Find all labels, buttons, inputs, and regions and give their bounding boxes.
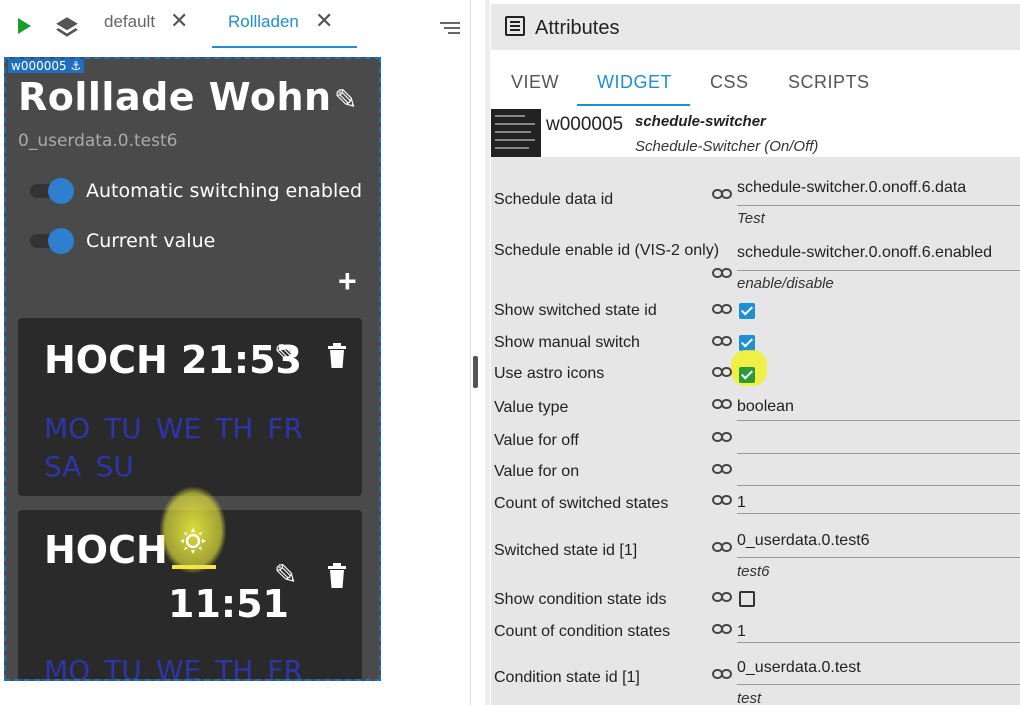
card-title: HOCH — [44, 528, 168, 572]
schedule-widget[interactable]: w000005 ⚓ Rolllade Wohn ✎ 0_userdata.0.t… — [4, 57, 381, 681]
attr-label: Show manual switch — [494, 334, 640, 351]
list-icon — [505, 16, 525, 36]
weekdays: MO TU WE TH FR SA SU — [44, 412, 303, 483]
edit-icon[interactable]: ✎ — [274, 338, 297, 371]
field-hint: test — [737, 690, 762, 705]
link-icon[interactable] — [712, 188, 732, 200]
show-switched-state-checkbox[interactable] — [739, 303, 755, 319]
toggle-label: Current value — [86, 230, 216, 252]
field-underline — [737, 557, 1020, 558]
link-icon[interactable] — [712, 267, 732, 279]
condition-state-id-field[interactable]: 0_userdata.0.test — [737, 659, 861, 677]
tab-widget[interactable]: WIDGET — [597, 72, 672, 93]
field-underline — [737, 270, 1020, 271]
add-icon[interactable]: + — [338, 265, 357, 297]
attr-label: Show condition state ids — [494, 591, 667, 608]
link-icon[interactable] — [712, 335, 732, 347]
attr-label: Use astro icons — [494, 365, 605, 382]
toggle-knob — [48, 178, 74, 204]
astro-underline — [172, 565, 216, 569]
field-hint: test6 — [737, 563, 770, 580]
attr-label: Show switched state id — [494, 302, 657, 319]
attr-label: Schedule data id — [494, 191, 614, 208]
close-icon[interactable]: ✕ — [170, 8, 188, 34]
field-underline — [737, 642, 1020, 643]
toggle-label: Automatic switching enabled — [86, 180, 363, 202]
tab-default[interactable]: default — [104, 12, 155, 32]
active-tab-indicator — [577, 104, 690, 106]
card-title: HOCH 21:53 — [44, 338, 302, 382]
active-tab-indicator — [212, 46, 357, 48]
tab-rollladen[interactable]: Rollladen — [228, 12, 299, 32]
resize-handle[interactable] — [473, 356, 478, 388]
tab-view[interactable]: VIEW — [511, 72, 559, 93]
link-icon[interactable] — [712, 463, 732, 475]
link-icon[interactable] — [712, 591, 732, 603]
widget-set: schedule-switcher — [635, 113, 766, 130]
field-underline — [737, 205, 1020, 206]
field-underline — [737, 453, 1020, 454]
delete-icon[interactable] — [326, 342, 348, 370]
attributes-list: Schedule data id schedule-switcher.0.ono… — [491, 157, 1020, 705]
field-underline — [737, 513, 1020, 514]
link-icon[interactable] — [712, 668, 732, 680]
toggle-knob — [48, 228, 74, 254]
close-icon[interactable]: ✕ — [315, 8, 333, 34]
tab-css[interactable]: CSS — [710, 72, 749, 93]
field-underline — [737, 485, 1020, 486]
schedule-card[interactable]: HOCH 21:53 ✎ MO TU WE TH FR SA SU — [18, 318, 362, 496]
view-toolbar: default ✕ Rollladen ✕ — [0, 0, 470, 52]
attributes-header: Attributes — [491, 4, 1020, 50]
field-hint: Test — [737, 210, 765, 227]
attr-label: Value for off — [494, 432, 579, 449]
use-astro-icons-checkbox[interactable] — [739, 367, 755, 383]
panel-divider — [485, 0, 490, 705]
link-icon[interactable] — [712, 431, 732, 443]
delete-icon[interactable] — [326, 562, 348, 590]
field-underline — [737, 420, 1020, 421]
show-manual-switch-checkbox[interactable] — [739, 335, 755, 351]
sunrise-icon — [180, 528, 206, 554]
attr-label: Count of switched states — [494, 495, 669, 512]
link-icon[interactable] — [712, 303, 732, 315]
field-underline — [737, 684, 1020, 685]
widget-thumbnail — [491, 109, 541, 157]
value-type-select[interactable]: boolean — [737, 398, 794, 416]
link-icon[interactable] — [712, 623, 732, 635]
field-hint: enable/disable — [737, 275, 834, 292]
link-icon[interactable] — [712, 541, 732, 553]
attr-label: Count of condition states — [494, 623, 671, 640]
attr-label: Schedule enable id (VIS-2 only) — [494, 242, 720, 259]
link-icon[interactable] — [712, 398, 732, 410]
count-condition-field[interactable]: 1 — [737, 623, 746, 641]
play-icon[interactable] — [18, 18, 31, 34]
attr-label: Value for on — [494, 463, 580, 480]
show-condition-ids-checkbox[interactable] — [739, 591, 755, 607]
count-switched-field[interactable]: 1 — [737, 494, 746, 512]
card-time: 11:51 — [168, 582, 289, 626]
attr-label: Condition state id [1] — [494, 669, 640, 686]
widget-id-badge: w000005 ⚓ — [8, 59, 85, 73]
link-icon[interactable] — [712, 366, 732, 378]
schedule-data-id-field[interactable]: schedule-switcher.0.onoff.6.data — [737, 179, 966, 197]
widget-subtitle: 0_userdata.0.test6 — [18, 131, 178, 151]
attr-label: Switched state id [1] — [494, 542, 638, 559]
layers-icon[interactable] — [54, 14, 80, 40]
widget-id: w000005 — [546, 114, 624, 135]
switched-state-id-field[interactable]: 0_userdata.0.test6 — [737, 532, 870, 550]
weekdays: MO TU WE TH FR — [44, 654, 303, 681]
widget-title: Rolllade Wohn — [18, 75, 332, 119]
tab-scripts[interactable]: SCRIPTS — [788, 72, 870, 93]
edit-icon[interactable]: ✎ — [274, 558, 297, 591]
widget-type: Schedule-Switcher (On/Off) — [635, 138, 819, 155]
panel-divider — [470, 0, 471, 705]
attributes-title: Attributes — [535, 17, 620, 39]
attr-label: Value type — [494, 399, 569, 416]
editor-root: default ✕ Rollladen ✕ w000005 ⚓ Rolllade… — [0, 0, 1020, 705]
menu-icon[interactable] — [440, 22, 460, 37]
schedule-enable-id-field[interactable]: schedule-switcher.0.onoff.6.enabled — [737, 244, 992, 262]
link-icon[interactable] — [712, 494, 732, 506]
edit-icon[interactable]: ✎ — [334, 83, 357, 116]
